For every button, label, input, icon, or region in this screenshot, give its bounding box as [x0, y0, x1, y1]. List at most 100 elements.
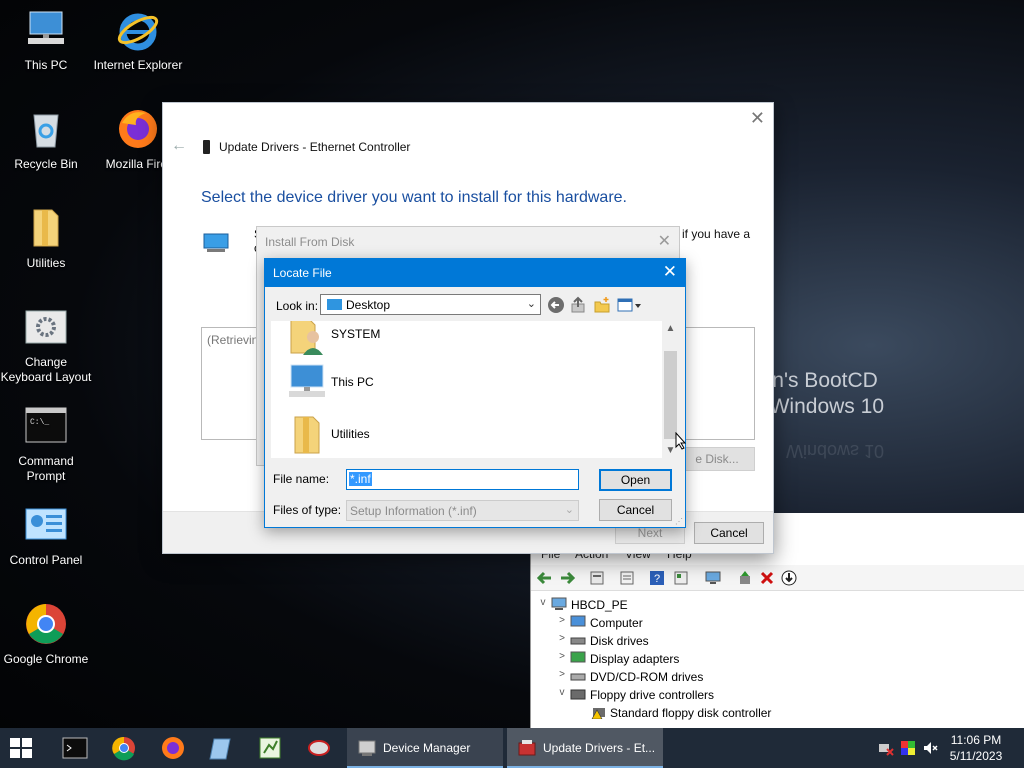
scrollbar-thumb[interactable]: [664, 351, 677, 439]
expand-chevron-icon[interactable]: >: [556, 615, 568, 626]
file-item-system[interactable]: SYSTEM: [285, 321, 645, 361]
folder-icon: [294, 416, 320, 454]
back-icon[interactable]: [547, 296, 565, 314]
system-tray: 11:06 PM 5/11/2023: [874, 728, 1024, 768]
help-icon[interactable]: ?: [649, 570, 665, 586]
expand-chevron-icon[interactable]: >: [556, 651, 568, 662]
file-name-label: File name:: [273, 472, 330, 486]
internet-explorer-icon: [116, 8, 160, 52]
collapse-chevron-icon[interactable]: v: [556, 687, 568, 698]
tree-item-label: Floppy drive controllers: [590, 688, 715, 702]
update-drivers-icon: [518, 740, 536, 756]
tools-taskbar-icon[interactable]: [306, 735, 332, 761]
description-fragment: if you have a: [682, 227, 751, 241]
chrome-icon: [24, 602, 68, 646]
expand-chevron-icon[interactable]: >: [556, 669, 568, 680]
wallpaper-line-1: en's BootCD: [760, 369, 878, 392]
tree-item-label: HBCD_PE: [571, 598, 628, 612]
color-tray-icon[interactable]: [900, 740, 916, 756]
details-icon[interactable]: [673, 570, 689, 586]
list-icon[interactable]: [619, 570, 635, 586]
file-item-this-pc[interactable]: This PC: [285, 361, 645, 409]
mouse-cursor-icon: [675, 432, 687, 450]
file-item-label: Utilities: [331, 427, 370, 441]
network-adapter-icon: [203, 233, 229, 252]
desktop-icon-label: Internet Explorer: [93, 58, 183, 72]
desktop-icon-control-panel[interactable]: Control Panel: [0, 503, 92, 568]
svg-text:?: ?: [654, 573, 660, 585]
terminal-icon: C:\_: [24, 404, 68, 448]
task-label: Device Manager: [383, 741, 471, 755]
expand-chevron-icon[interactable]: >: [556, 633, 568, 644]
close-button[interactable]: ✕: [750, 108, 765, 129]
resize-grip-icon[interactable]: ⋰: [675, 517, 683, 526]
desktop-icon-recycle-bin[interactable]: Recycle Bin: [0, 107, 92, 172]
cancel-button[interactable]: Cancel: [599, 499, 672, 521]
uninstall-icon[interactable]: [759, 570, 775, 586]
chrome-taskbar-icon[interactable]: [111, 735, 137, 761]
clock-time: 11:06 PM: [950, 733, 1002, 747]
taskbar-task-device-manager[interactable]: Device Manager: [347, 728, 503, 768]
scroll-up-icon[interactable]: ▲: [662, 323, 679, 334]
computer-icon: [551, 597, 567, 610]
locate-file-dialog: Locate File ✕ Look in: Desktop ⌄ SYSTEM …: [264, 258, 686, 528]
control-panel-icon: [24, 503, 68, 547]
taskbar-task-update-drivers[interactable]: Update Drivers - Et...: [507, 728, 663, 768]
taskbar: Device Manager Update Drivers - Et... 11…: [0, 728, 1024, 768]
up-folder-icon[interactable]: [569, 296, 587, 314]
file-name-input[interactable]: *.inf: [346, 469, 579, 490]
notes-taskbar-icon[interactable]: [208, 735, 234, 761]
dialog-titlebar: Locate File ✕: [265, 259, 685, 287]
wallpaper-text: en's BootCD Windows 10: [761, 368, 884, 420]
desktop-icon-google-chrome[interactable]: Google Chrome: [0, 602, 92, 667]
files-of-type-value: Setup Information (*.inf): [350, 504, 477, 518]
update-driver-icon[interactable]: [737, 570, 753, 586]
firefox-taskbar-icon[interactable]: [160, 735, 186, 761]
file-list[interactable]: SYSTEM This PC Utilities ▲ ▼: [271, 321, 679, 458]
look-in-dropdown[interactable]: Desktop ⌄: [320, 294, 541, 315]
wallpaper-reflection: Windows 10: [785, 441, 884, 461]
file-item-label: SYSTEM: [331, 327, 381, 341]
open-button[interactable]: Open: [599, 469, 672, 491]
desktop-icon-command-prompt[interactable]: C:\_ Command Prompt: [0, 404, 92, 484]
recycle-bin-icon: [24, 107, 68, 151]
files-of-type-label: Files of type:: [273, 503, 342, 517]
disk-drive-icon: [570, 637, 586, 645]
collapse-chevron-icon[interactable]: v: [537, 597, 549, 608]
desktop-icon-change-keyboard-layout[interactable]: Change Keyboard Layout: [0, 305, 92, 385]
view-menu-icon[interactable]: [617, 296, 643, 314]
back-arrow-icon[interactable]: [537, 570, 553, 586]
file-item-utilities[interactable]: Utilities: [285, 413, 645, 458]
properties-icon[interactable]: [589, 570, 605, 586]
desktop-icon-utilities[interactable]: Utilities: [0, 206, 92, 271]
clock-date: 5/11/2023: [949, 749, 1003, 763]
list-status-text: (Retrievin: [207, 333, 259, 347]
windows-start-icon[interactable]: [10, 738, 32, 758]
download-icon[interactable]: [781, 570, 797, 586]
have-disk-button[interactable]: e Disk...: [679, 447, 755, 471]
new-folder-icon[interactable]: [593, 296, 611, 314]
clock[interactable]: 11:06 PM 5/11/2023: [946, 732, 1006, 764]
desktop-folder-icon: [327, 299, 342, 310]
page-heading: Select the device driver you want to ins…: [201, 189, 627, 206]
desktop-icon-label: Google Chrome: [3, 652, 89, 666]
back-arrow-icon[interactable]: ←: [171, 137, 187, 155]
network-tray-icon[interactable]: [878, 740, 894, 756]
forward-arrow-icon[interactable]: [559, 570, 575, 586]
volume-muted-icon[interactable]: [922, 740, 938, 756]
files-of-type-dropdown[interactable]: Setup Information (*.inf) ⌄: [346, 500, 579, 521]
desktop-icon-label: Control Panel: [9, 553, 83, 567]
editor-taskbar-icon[interactable]: [257, 735, 283, 761]
desktop-icon-internet-explorer[interactable]: Internet Explorer: [92, 8, 184, 73]
cancel-button[interactable]: Cancel: [694, 522, 764, 544]
dialog-title: Install From Disk: [265, 235, 355, 249]
command-prompt-taskbar-icon[interactable]: [62, 735, 88, 761]
controller-icon: [570, 689, 586, 700]
close-button[interactable]: ✕: [658, 231, 671, 251]
desktop-icon-this-pc[interactable]: This PC: [0, 8, 92, 73]
warning-device-icon: [591, 708, 605, 719]
close-button[interactable]: ✕: [663, 262, 677, 282]
scan-hardware-icon[interactable]: [705, 570, 721, 586]
chevron-down-icon: ⌄: [526, 298, 536, 310]
look-in-label: Look in:: [276, 299, 319, 313]
